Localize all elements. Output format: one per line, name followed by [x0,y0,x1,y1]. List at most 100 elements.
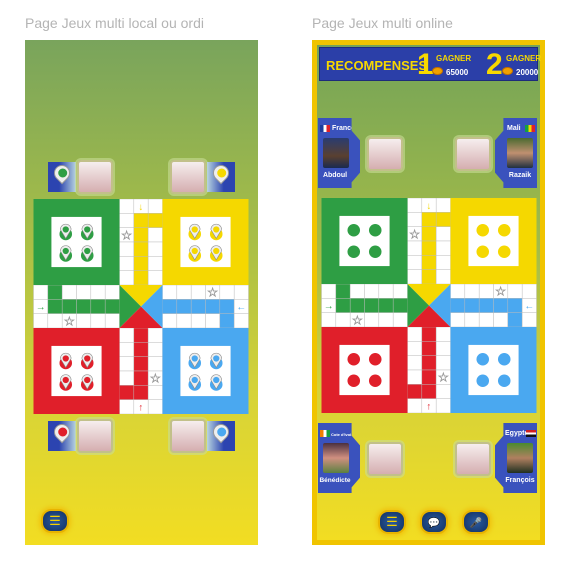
board-cell [392,298,408,313]
board-cell [421,226,437,242]
board-cell [133,385,149,400]
first-amount: 65000 [446,68,469,77]
board-cell [421,326,437,342]
board-cell [407,341,423,356]
board-cell [219,299,235,314]
yellow-dice[interactable] [170,160,206,194]
player-dice[interactable] [455,137,491,171]
player-dice[interactable] [455,442,491,476]
board-cell [407,198,423,213]
yellow-entry-arrow-icon: ↓ [139,202,144,213]
online-game-panel: RECOMPENSES 1 GAGNER 65000 2 GAGNER 2000… [312,40,545,545]
green-dice[interactable] [77,160,113,194]
blue-home-spot [476,352,490,366]
blue-dice[interactable] [170,419,206,453]
board-cell [335,312,351,328]
red-dice[interactable] [77,419,113,453]
avatar [507,138,533,168]
board-cell [219,313,235,329]
green-entry-arrow-icon: → [324,301,334,312]
yellow-home-spot [476,245,490,259]
board-cell [190,284,206,300]
board-cell [378,283,394,299]
list-icon: ☰ [386,514,398,529]
red-pin-icon [50,420,74,444]
board-cell [104,299,120,314]
board-cell [435,326,451,342]
safe-star-icon: ☆ [438,371,449,385]
board-cell [176,299,192,314]
safe-star-icon: ☆ [495,285,506,299]
board-cell [147,327,163,343]
player-country: Egypte [505,430,529,437]
blue-entry-arrow-icon: ← [236,302,246,313]
player-card: Egypte François [495,423,537,493]
player-card: France Abdoul [318,118,360,188]
board-cell [33,284,49,300]
green-home-yard [339,215,390,267]
red-pawn-head [62,355,69,362]
board-cell [507,298,523,313]
board-cell [421,369,437,385]
safe-star-icon: ☆ [409,227,420,241]
board-cell [147,342,163,357]
yellow-home-spot [497,223,511,237]
red-pawn-head [84,376,91,384]
blue-pawn-head [213,355,220,362]
ludo-board[interactable]: ☆ ☆ ☆ ☆ → ↓ ← ↑ [33,199,249,414]
ludo-board[interactable]: ☆ ☆ ☆ ☆ → ↓ ← ↑ [320,198,538,413]
red-player-indicator [48,420,76,451]
board-cell [119,370,135,386]
board-cell [364,298,380,313]
board-cell [450,283,466,299]
board-cell [90,313,106,329]
red-pawn-head [62,376,69,384]
board-cell [233,284,249,300]
menu-button[interactable]: ☰ [378,510,406,534]
board-cell [119,213,135,228]
green-entry-arrow-icon: → [36,302,46,313]
board-cell [33,313,49,329]
right-page-title: Page Jeux multi online [312,15,453,31]
rewards-banner: RECOMPENSES 1 GAGNER 65000 2 GAGNER 2000… [319,47,541,81]
menu-button[interactable]: ☰ [41,509,69,533]
blue-home-spot [476,374,490,388]
board-cell [47,299,63,314]
board-cell [147,356,163,372]
board-cell [407,355,423,371]
board-cell [435,226,451,242]
safe-star-icon: ☆ [121,228,132,242]
safe-star-icon: ☆ [150,372,161,386]
board-cell [147,227,163,243]
board-cell [364,312,380,328]
board-cell [76,313,92,329]
board-cell [421,269,437,285]
board-cell [421,341,437,356]
avatar [323,443,349,473]
red-pawn-head [84,355,91,362]
player-name: Razaik [508,172,532,179]
board-cell [133,370,149,386]
board-cell [133,342,149,357]
microphone-button[interactable]: 🎤 [462,510,490,534]
player-dice[interactable] [367,137,403,171]
player-name: Bénédicte [319,477,351,484]
board-cell [435,341,451,356]
red-entry-arrow-icon: ↑ [139,402,144,413]
yellow-home-spot [497,245,511,259]
board-cell [407,240,423,256]
board-cell [521,312,537,328]
green-pin-icon [50,161,74,185]
player-dice[interactable] [367,442,403,476]
chat-button[interactable]: 💬 [420,510,448,534]
second-amount: 20000 [516,68,539,77]
board-cell [407,269,423,285]
blue-home-spot [497,352,511,366]
second-rank: 2 [486,48,503,81]
safe-star-icon: ☆ [207,286,218,300]
board-cell [435,398,451,413]
board-cell [76,299,92,314]
board-cell [421,384,437,399]
chat-icon: 💬 [427,518,441,529]
blue-home-yard [468,344,519,396]
